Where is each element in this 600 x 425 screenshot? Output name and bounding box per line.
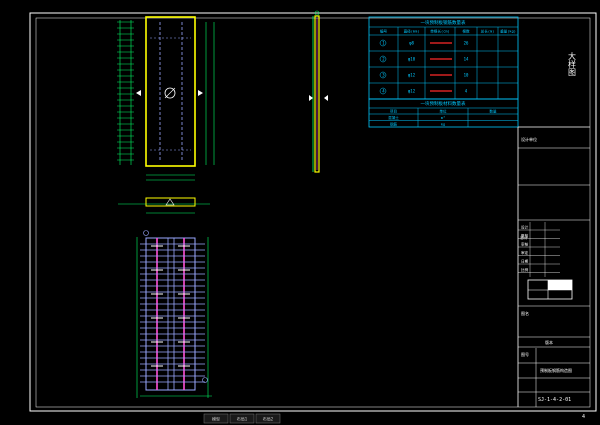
layout-tab-label: 模型 <box>212 416 220 422</box>
rebar-table-cell: 4 <box>382 89 385 94</box>
material-table-rows: 项目 单位 数量混凝土 m³ 钢筋 kg <box>369 108 518 127</box>
rebar-header-cell: 单根长(cm) <box>430 29 449 34</box>
drawing-name: 预制板钢筋构造图 <box>540 367 572 373</box>
bottom-left-label: 总计 <box>520 234 528 240</box>
rebar-table-cell: φ10 <box>408 57 416 62</box>
rebar-table-cell: 26 <box>464 41 469 46</box>
title-block-row-label: 日期 <box>521 259 529 264</box>
material-table-cell: 钢筋 <box>390 122 398 127</box>
rebar-layout-plan[interactable] <box>136 230 212 399</box>
title-block-project: 设计单位 <box>521 136 537 142</box>
rebar-table-title: 一块预制板钢筋数量表 <box>421 19 466 26</box>
page-number: 4 <box>582 414 585 420</box>
title-block-revision: 版本 <box>545 339 553 345</box>
left-dimension-ticks <box>117 21 134 161</box>
title-block-label-a: 图名 <box>521 310 529 316</box>
rebar-quantity-table: 一块预制板钢筋数量表 编号 直径(mm) 单根长(cm) 根数 总长(m) 重量(kg) … <box>368 16 519 100</box>
cad-drawing-canvas[interactable]: 大样图 一块预制板钢筋数量表 编号 直径(mm) 单根长(cm) 根数 总长(m… <box>0 0 600 425</box>
section-a-a[interactable] <box>118 197 210 214</box>
slab-plan-view[interactable] <box>117 16 215 181</box>
rebar-table-cell: 14 <box>464 57 469 62</box>
title-block-row-label: 比例 <box>521 267 529 272</box>
rebar-table-cell: 1 <box>382 41 385 46</box>
material-table-cell: 混凝土 <box>388 115 399 120</box>
rebar-table-cell: φ8 <box>409 41 414 46</box>
rebar-table-header: 编号 直径(mm) 单根长(cm) 根数 总长(m) 重量(kg) <box>380 27 516 99</box>
company-logo <box>527 279 573 300</box>
material-header-cell: 单位 <box>439 109 447 114</box>
rebar-table-cell: φ12 <box>408 89 416 94</box>
slab-outline <box>145 16 196 167</box>
rebar-table-cell: 4 <box>465 89 468 94</box>
rebar-header-cell: 重量(kg) <box>500 29 516 34</box>
title-block-row-label: 设计 <box>521 225 529 230</box>
title-block-label-b: 图号 <box>521 351 529 357</box>
layout-tab-label: 布局2 <box>263 416 274 422</box>
material-table-cell: kg <box>441 123 445 127</box>
rebar-table-cell: 3 <box>382 73 385 78</box>
material-quantity-table: 一块预制板材料数量表 项目 单位 数量混凝土 m³ 钢筋 kg <box>368 98 519 128</box>
material-header-cell: 项目 <box>390 109 397 114</box>
title-block-row-label: 审定 <box>521 250 529 255</box>
side-label: 大样图 <box>568 51 577 77</box>
rebar-header-cell: 根数 <box>462 29 470 34</box>
material-header-cell: 数量 <box>489 109 497 114</box>
title-block-row-label: 审核 <box>521 242 529 247</box>
rebar-table-cell: 2 <box>382 57 385 62</box>
material-table-cell: m³ <box>441 116 445 120</box>
rebar-header-cell: 直径(mm) <box>404 29 420 34</box>
title-block: 设计单位 设计复核审核审定日期比例 图名 版本 图号 预制板钢筋构造图 SJ-1… <box>517 126 590 407</box>
slab-side-elevation[interactable] <box>309 10 328 173</box>
title-block-signoff-rows: 设计复核审核审定日期比例 <box>518 222 560 277</box>
drawing-number: SJ-1-4-2-01 <box>538 397 571 403</box>
rebar-table-cell: φ12 <box>408 73 416 78</box>
rebar-table-rows: 1 φ8 26 2 φ10 14 3 φ12 10 4 φ12 4 <box>369 39 518 100</box>
rebar-header-cell: 总长(m) <box>481 29 495 34</box>
layout-tab-label: 布局1 <box>237 416 248 422</box>
material-table-title: 一块预制板材料数量表 <box>421 100 466 107</box>
rebar-header-cell: 编号 <box>380 29 388 34</box>
rebar-table-cell: 10 <box>464 73 469 78</box>
layout-tab-strip: 模型 布局1 布局2 <box>196 412 446 425</box>
